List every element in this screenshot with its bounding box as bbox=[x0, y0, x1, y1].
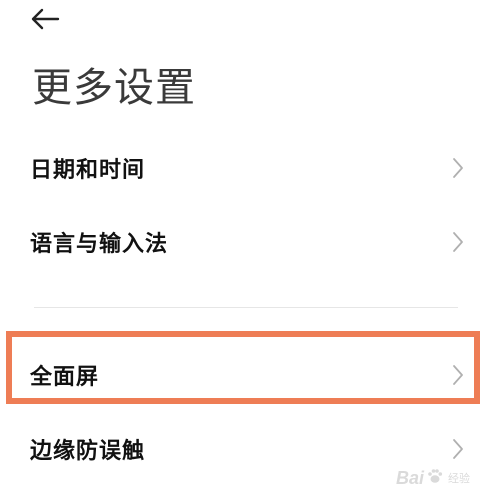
chevron-right-icon bbox=[448, 156, 468, 180]
settings-item-language-input[interactable]: 语言与输入法 bbox=[30, 214, 468, 270]
settings-item-edge-touch-protection[interactable]: 边缘防误触 bbox=[30, 421, 468, 477]
settings-item-label: 语言与输入法 bbox=[30, 232, 169, 257]
settings-item-label: 日期和时间 bbox=[30, 158, 146, 183]
section-divider bbox=[34, 307, 458, 308]
settings-item-label: 边缘防误触 bbox=[30, 439, 146, 464]
chevron-right-icon bbox=[448, 230, 468, 254]
chevron-right-icon bbox=[448, 437, 468, 461]
settings-item-label: 全面屏 bbox=[30, 365, 100, 390]
settings-item-full-screen[interactable]: 全面屏 bbox=[30, 347, 468, 403]
arrow-left-icon bbox=[30, 8, 60, 30]
chevron-right-icon bbox=[448, 363, 468, 387]
settings-item-date-time[interactable]: 日期和时间 bbox=[30, 140, 468, 196]
back-button[interactable] bbox=[30, 2, 70, 36]
page-title: 更多设置 bbox=[32, 65, 196, 111]
